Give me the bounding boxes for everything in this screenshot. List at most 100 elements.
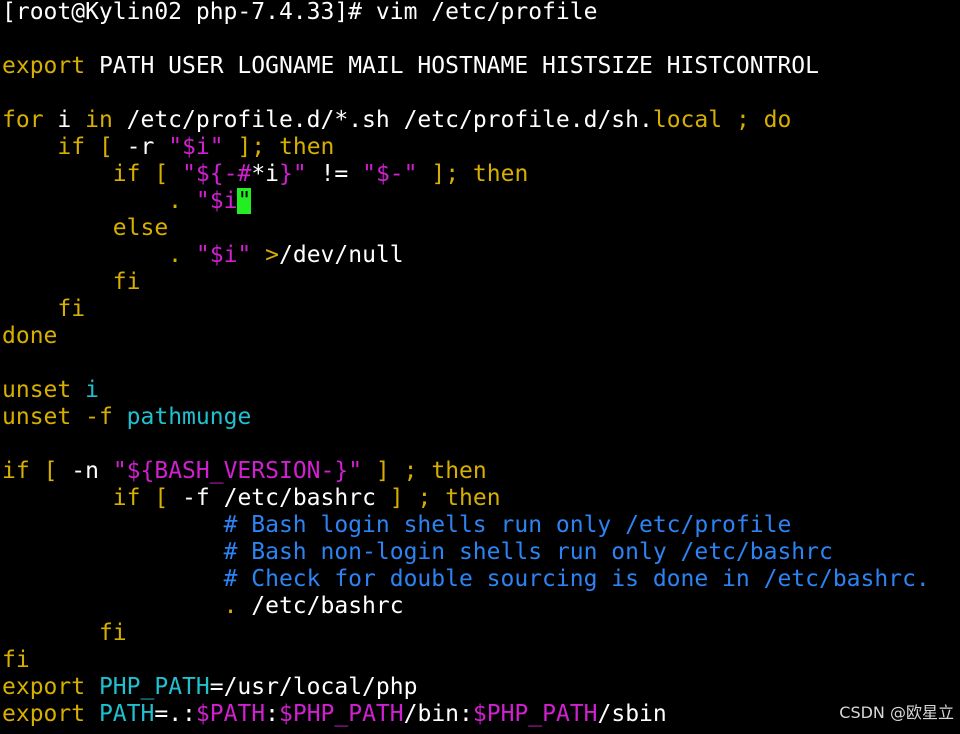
terminal-line: fi	[2, 647, 30, 674]
code-token: do	[763, 107, 792, 133]
code-token: .	[168, 188, 183, 214]
code-token: [root@Kylin02 php-7.4.33]# vim /etc/prof…	[2, 0, 598, 25]
code-token: PATH	[98, 701, 155, 727]
code-token: for	[2, 107, 44, 133]
text-cursor: "	[237, 188, 252, 214]
code-token: -f /etc/bashrc	[168, 485, 390, 511]
code-token: $PHP_PATH	[472, 701, 598, 727]
code-token: .	[223, 593, 238, 619]
code-token: /etc/profile.d/*.sh /etc/profile.d/sh.	[112, 107, 653, 133]
code-token: done	[2, 323, 58, 349]
code-token: "$i"	[195, 242, 252, 268]
terminal-line: fi	[2, 269, 141, 296]
code-token: export	[2, 53, 86, 79]
terminal-line: # Bash login shells run only /etc/profil…	[2, 512, 792, 539]
terminal-line: # Bash non-login shells run only /etc/ba…	[2, 539, 833, 566]
code-token: i	[85, 377, 99, 403]
code-token: # Check for double sourcing is done in /…	[223, 566, 930, 592]
code-token: unset	[2, 404, 72, 430]
code-token: [	[154, 161, 169, 187]
code-token: pathmunge	[126, 404, 252, 430]
code-token: PHP_PATH	[98, 674, 210, 700]
code-token: "$i"	[168, 134, 224, 160]
terminal-line: export PHP_PATH=/usr/local/php	[2, 674, 417, 701]
code-token: export	[2, 701, 86, 727]
terminal-window[interactable]: [root@Kylin02 php-7.4.33]# vim /etc/prof…	[0, 0, 960, 734]
code-token: "$i	[195, 188, 238, 214]
code-token: unset	[2, 377, 72, 403]
code-token: =/usr/local/php	[209, 674, 418, 700]
code-token: if	[2, 458, 30, 484]
terminal-line: . "$i" >/dev/null	[2, 242, 403, 269]
watermark: CSDN @欧星立	[839, 703, 954, 722]
code-token: ];	[237, 134, 266, 160]
code-token: "${BASH_VERSION-}"	[112, 458, 363, 484]
code-token: fi	[2, 647, 30, 673]
code-token: ];	[431, 161, 460, 187]
terminal-line: unset i	[2, 377, 99, 404]
terminal-line: if [ "${-#*i}" != "$-" ]; then	[2, 161, 529, 188]
code-token: fi	[112, 269, 141, 295]
code-token: }"	[279, 161, 307, 187]
code-token: /etc/bashrc	[237, 593, 404, 619]
terminal-line: fi	[2, 620, 127, 647]
code-token: ;	[403, 458, 418, 484]
code-token: fi	[57, 296, 86, 322]
terminal-line: # Check for double sourcing is done in /…	[2, 566, 930, 593]
terminal-line: if [ -f /etc/bashrc ] ; then	[2, 485, 501, 512]
code-token: then	[445, 485, 501, 511]
code-token: then	[279, 134, 335, 160]
code-token: .	[168, 242, 183, 268]
code-token: if	[57, 134, 86, 160]
code-token: "${-#	[182, 161, 252, 187]
code-token: *i	[251, 161, 280, 187]
code-token: >	[265, 242, 279, 268]
terminal-line: fi	[2, 296, 85, 323]
code-token: [	[154, 485, 169, 511]
terminal-line: if [ -n "${BASH_VERSION-}" ] ; then	[2, 458, 487, 485]
terminal-line: done	[2, 323, 57, 350]
code-token: [	[43, 458, 58, 484]
terminal-line: . /etc/bashrc	[2, 593, 404, 620]
code-token: if	[112, 161, 141, 187]
code-token: then	[431, 458, 487, 484]
code-token: "$-"	[362, 161, 418, 187]
code-token: /sbin	[597, 701, 667, 727]
code-token: else	[112, 215, 169, 241]
code-token: then	[472, 161, 529, 187]
terminal-line: unset -f pathmunge	[2, 404, 251, 431]
code-token: # Bash login shells run only /etc/profil…	[223, 512, 792, 538]
code-token: local	[652, 107, 723, 133]
terminal-line: if [ -r "$i" ]; then	[2, 134, 334, 161]
